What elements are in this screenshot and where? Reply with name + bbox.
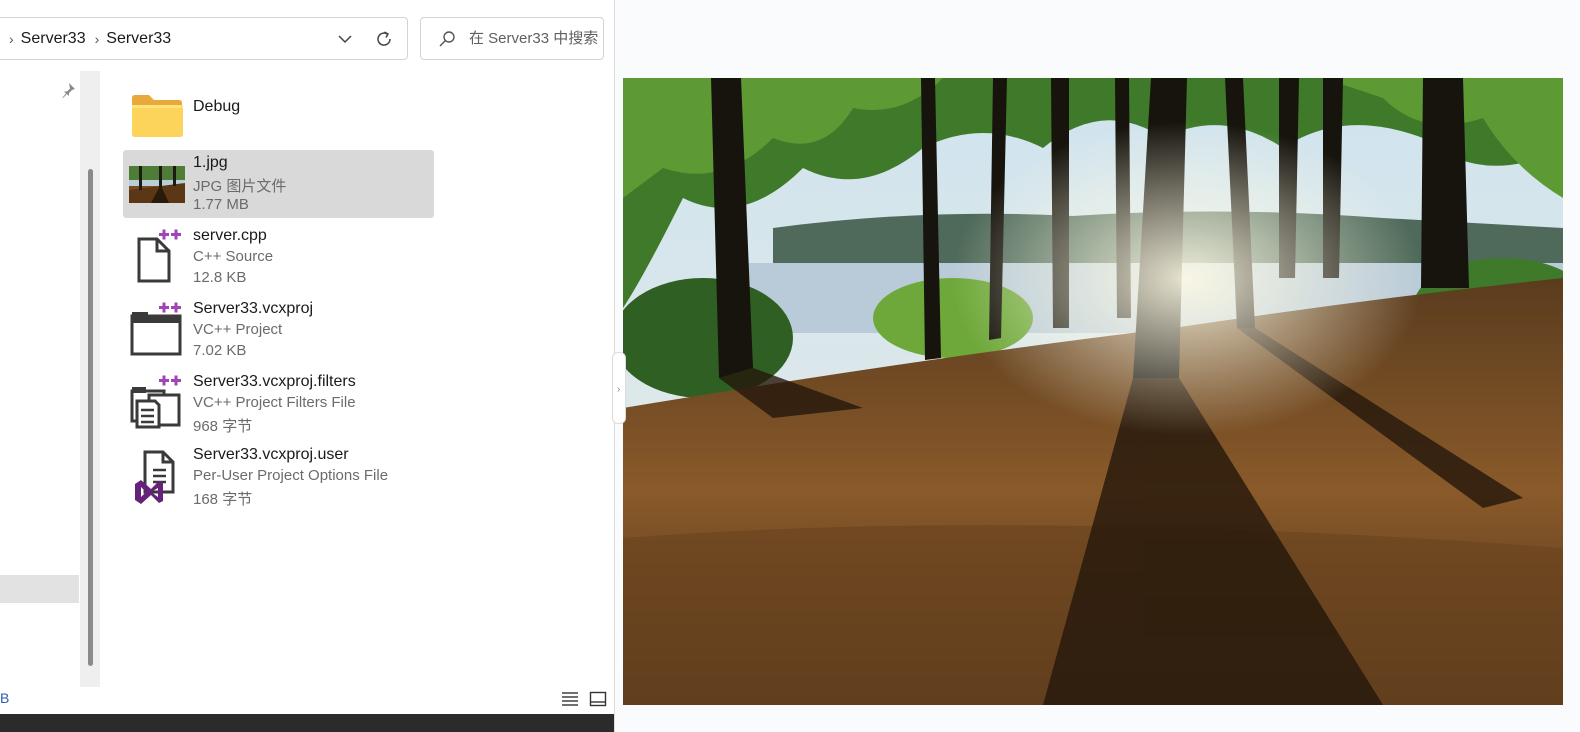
file-type: VC++ Project <box>193 321 283 338</box>
chevron-down-icon[interactable] <box>335 29 355 49</box>
breadcrumb-item-2[interactable]: Server33 <box>106 30 171 48</box>
search-box[interactable] <box>420 17 604 60</box>
file-name: 1.jpg <box>193 154 228 171</box>
file-name: server.cpp <box>193 227 267 244</box>
file-size: 1.77 MB <box>193 196 249 213</box>
preview-pane <box>614 0 1580 732</box>
file-size: 168 字节 <box>193 491 253 508</box>
vcxproj-user-icon <box>135 450 175 504</box>
file-item-1-jpg[interactable]: 1.jpg JPG 图片文件 1.77 MB <box>123 150 434 218</box>
status-bar-text: B <box>0 690 10 706</box>
breadcrumb-chevron-icon[interactable]: › <box>9 31 14 47</box>
cpp-file-icon <box>137 229 181 283</box>
file-type: VC++ Project Filters File <box>193 394 356 411</box>
taskbar <box>0 714 614 732</box>
vcxproj-filters-icon <box>130 375 181 429</box>
file-name: Server33.vcxproj.user <box>193 446 349 463</box>
file-type: JPG 图片文件 <box>193 178 287 195</box>
file-item-vcxproj-user[interactable]: Server33.vcxproj.user Per-User Project O… <box>123 442 434 510</box>
details-view-icon[interactable] <box>561 690 579 708</box>
scrollbar-thumb[interactable] <box>88 169 93 666</box>
file-size: 968 字节 <box>193 418 253 435</box>
navigation-pane[interactable] <box>0 71 100 687</box>
large-icons-view-icon[interactable] <box>589 690 607 708</box>
file-size: 12.8 KB <box>193 269 247 286</box>
file-item-server-cpp[interactable]: server.cpp C++ Source 12.8 KB <box>123 223 434 291</box>
breadcrumb-item-1[interactable]: Server33 <box>21 30 86 48</box>
file-name: Debug <box>193 98 241 115</box>
folder-icon <box>132 95 183 137</box>
file-item-vcxproj[interactable]: Server33.vcxproj VC++ Project 7.02 KB <box>123 296 434 364</box>
address-bar[interactable]: › Server33 › Server33 <box>0 17 408 60</box>
file-explorer-window: › Server33 › Server33 在 Server33 中搜索 Deb… <box>0 0 614 732</box>
file-size: 7.02 KB <box>193 342 247 359</box>
file-item-vcxproj-filters[interactable]: Server33.vcxproj.filters VC++ Project Fi… <box>123 369 434 437</box>
file-name: Server33.vcxproj <box>193 300 314 317</box>
pin-icon[interactable] <box>60 82 76 98</box>
pane-splitter-handle[interactable]: › <box>612 352 626 424</box>
vcxproj-icon <box>130 302 182 356</box>
image-preview <box>623 78 1563 705</box>
file-item-debug[interactable]: Debug <box>123 80 434 148</box>
refresh-icon[interactable] <box>373 28 395 50</box>
file-type: Per-User Project Options File <box>193 467 389 484</box>
file-type: C++ Source <box>193 248 274 265</box>
grip-icon: › <box>617 384 621 395</box>
breadcrumb-chevron-icon[interactable]: › <box>95 31 100 47</box>
search-icon <box>439 30 455 46</box>
file-name: Server33.vcxproj.filters <box>193 373 356 390</box>
search-input[interactable] <box>469 30 603 47</box>
nav-item-selected[interactable] <box>0 575 79 603</box>
image-thumbnail <box>129 166 185 203</box>
